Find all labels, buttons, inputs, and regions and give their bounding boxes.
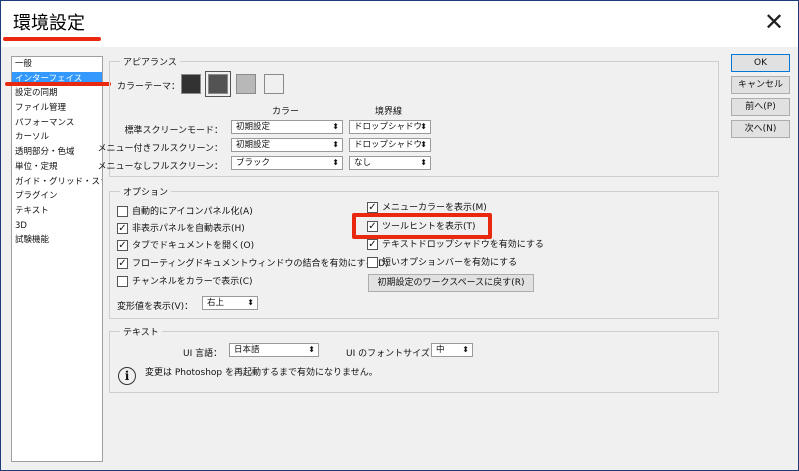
close-icon[interactable]: ✕ <box>761 9 787 35</box>
checkbox-box: ✓ <box>117 223 128 234</box>
chevron-updown-icon: ⬍ <box>332 140 339 149</box>
preferences-window: 環境設定 ✕ 一般 インターフェイス 設定の同期 ファイル管理 パフォーマンス カーソル透… <box>0 0 799 471</box>
transform-values-label: 変形値を表示(V)： <box>117 302 194 312</box>
chevron-updown-icon: ⬍ <box>332 158 339 167</box>
chevron-updown-icon: ⬍ <box>247 298 254 307</box>
color-theme-label: カラーテーマ： <box>117 82 181 92</box>
category-list: 一般 インターフェイス 設定の同期 ファイル管理 パフォーマンス カーソル 透明部分・色域単… <box>11 56 103 462</box>
text-settings-group: テキスト <box>109 325 719 393</box>
transform-values-select[interactable]: 右上 ⬍ <box>202 296 258 310</box>
appearance-group-title: アピアランス <box>120 55 180 68</box>
chevron-updown-icon: ⬍ <box>308 345 315 354</box>
nomenu-fullscreen-color-select[interactable]: ブラック ⬍ <box>231 156 343 170</box>
checkbox-box: ✓ <box>367 202 378 213</box>
chevron-updown-icon: ⬍ <box>420 140 427 149</box>
menu-fullscreen-color-select[interactable]: 初期設定 ⬍ <box>231 138 343 152</box>
sidebar-item[interactable]: 一般 <box>12 57 102 72</box>
sidebar-item[interactable]: 透明部分・色域 <box>12 145 102 160</box>
ui-language-label: UI 言語： <box>183 349 223 359</box>
chevron-updown-icon: ⬍ <box>332 122 339 131</box>
title-annotation-mark <box>3 37 101 41</box>
theme-swatch-darkest[interactable] <box>181 74 201 94</box>
ui-font-size-label: UI のフォントサイズ： <box>346 349 439 359</box>
next-button[interactable]: 次へ(N) <box>731 120 790 138</box>
ok-button[interactable]: OK <box>731 54 790 72</box>
color-column-header: カラー <box>272 107 300 117</box>
checkbox-box: ✓ <box>117 258 128 269</box>
checkbox-box <box>117 206 128 217</box>
chevron-updown-icon: ⬍ <box>420 158 427 167</box>
sidebar-item[interactable]: ガイド・グリッド・スライス <box>12 175 102 190</box>
checkbox-box <box>117 276 128 287</box>
sidebar-item[interactable]: 設定の同期 <box>12 86 102 101</box>
checkbox-box: ✓ <box>367 239 378 250</box>
menu-fullscreen-border-select[interactable]: ドロップシャドウ ⬍ <box>349 138 431 152</box>
nomenu-fullscreen-border-select[interactable]: なし ⬍ <box>349 156 431 170</box>
sidebar-item[interactable]: パフォーマンス <box>12 116 102 131</box>
theme-swatch-light[interactable] <box>264 74 284 94</box>
chevron-updown-icon: ⬍ <box>462 345 469 354</box>
checkbox-box: ✓ <box>117 240 128 251</box>
ui-language-select[interactable]: 日本語 ⬍ <box>229 343 319 357</box>
ui-font-size-select[interactable]: 中 ⬍ <box>431 343 473 357</box>
standard-screen-label: 標準スクリーンモード： <box>124 126 223 136</box>
standard-screen-color-select[interactable]: 初期設定 ⬍ <box>231 120 343 134</box>
standard-screen-border-select[interactable]: ドロップシャドウ ⬍ <box>349 120 431 134</box>
reset-workspace-button[interactable]: 初期設定のワークスペースに戻す(R) <box>368 274 534 292</box>
sidebar-item[interactable]: テキスト <box>12 204 102 219</box>
border-column-header: 境界線 <box>375 107 403 117</box>
nomenu-fullscreen-label: メニューなしフルスクリーン： <box>97 162 223 172</box>
chevron-updown-icon: ⬍ <box>420 122 427 131</box>
menu-fullscreen-label: メニュー付きフルスクリーン： <box>97 144 223 154</box>
sidebar-item[interactable]: 試験機能 <box>12 233 102 248</box>
title-bar: 環境設定 ✕ <box>1 1 798 47</box>
theme-swatch-medium[interactable] <box>236 74 256 94</box>
sidebar-item[interactable]: ファイル管理 <box>12 101 102 116</box>
sidebar-item[interactable]: プラグイン <box>12 189 102 204</box>
restart-notice-text: 変更は Photoshop を再起動するまで有効になりません。 <box>145 368 378 378</box>
sidebar-item[interactable]: カーソル <box>12 130 102 145</box>
checkbox-box <box>367 257 378 268</box>
sidebar-item[interactable]: 3D <box>12 219 102 234</box>
theme-swatch-dark[interactable] <box>205 71 231 97</box>
info-icon: i <box>118 367 136 385</box>
tooltip-annotation-box <box>352 213 492 239</box>
sidebar-item[interactable]: 単位・定規 <box>12 160 102 175</box>
window-title: 環境設定 <box>13 13 85 34</box>
previous-button[interactable]: 前へ(P) <box>731 98 790 116</box>
cancel-button[interactable]: キャンセル <box>731 76 790 94</box>
text-group-title: テキスト <box>120 325 162 338</box>
options-group-title: オプション <box>120 185 172 198</box>
sidebar-annotation-mark <box>5 82 111 86</box>
